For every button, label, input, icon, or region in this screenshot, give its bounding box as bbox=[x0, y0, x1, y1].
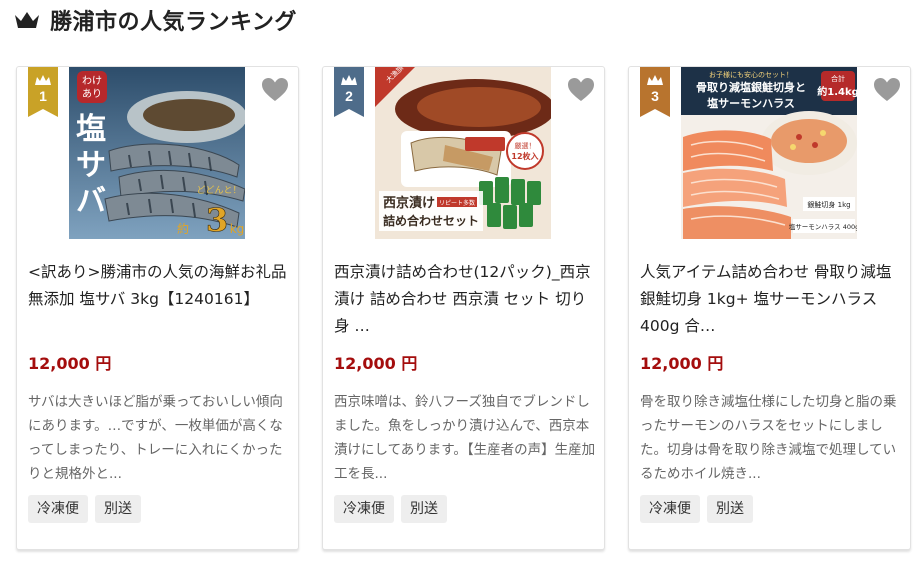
product-card-3[interactable]: 3 お子様にも安心のセット！ 骨取り減塩銀鮭切身と 塩サーモンハラス 合計 約1… bbox=[628, 66, 911, 550]
favorite-button[interactable] bbox=[872, 75, 902, 105]
svg-text:塩サーモンハラス 400g: 塩サーモンハラス 400g bbox=[789, 222, 857, 231]
section-title: 勝浦市の人気ランキング bbox=[50, 10, 297, 35]
product-title[interactable]: 人気アイテム詰め合わせ 骨取り減塩銀鮭切身 1kg+ 塩サーモンハラス 400g… bbox=[640, 259, 902, 340]
tag-frozen: 冷凍便 bbox=[640, 495, 700, 523]
svg-text:バ: バ bbox=[76, 184, 106, 219]
product-card-2[interactable]: 2 厳選！ 12枚入 西京漬け リピート多数 詰め合わせセット 大漁旗 西京漬け… bbox=[322, 66, 605, 550]
svg-text:12枚入: 12枚入 bbox=[511, 151, 538, 161]
svg-text:約: 約 bbox=[177, 221, 189, 236]
svg-text:厳選！: 厳選！ bbox=[515, 141, 536, 150]
svg-text:約1.4kg: 約1.4kg bbox=[817, 85, 857, 98]
svg-text:どどんと！: どどんと！ bbox=[196, 185, 241, 196]
tag-frozen: 冷凍便 bbox=[334, 495, 394, 523]
product-price: 12,000 円 bbox=[334, 354, 418, 373]
product-description: 骨を取り除き減塩仕様にした切身と脂の乗ったサーモンのハラスをセットにしました。切… bbox=[640, 394, 897, 482]
svg-text:西京漬け: 西京漬け bbox=[383, 195, 435, 211]
favorite-button[interactable] bbox=[566, 75, 596, 105]
favorite-button[interactable] bbox=[260, 75, 290, 105]
svg-text:リピート多数: リピート多数 bbox=[439, 199, 475, 207]
product-description: 西京味噌は、鈴八フーズ独自でブレンドしました。魚をしっかり漬け込んで、西京本漬け… bbox=[334, 394, 596, 482]
tag-separate-shipping: 別送 bbox=[95, 495, 141, 523]
rank-number: 3 bbox=[651, 88, 659, 104]
rank-badge: 2 bbox=[334, 67, 364, 117]
svg-text:塩: 塩 bbox=[76, 112, 106, 147]
svg-text:3: 3 bbox=[206, 201, 228, 239]
product-image[interactable]: 厳選！ 12枚入 西京漬け リピート多数 詰め合わせセット 大漁旗 bbox=[375, 67, 551, 239]
tag-list: 冷凍便 別送 bbox=[334, 495, 447, 523]
svg-text:サ: サ bbox=[76, 148, 106, 183]
svg-text:骨取り減塩銀鮭切身と: 骨取り減塩銀鮭切身と bbox=[696, 80, 806, 94]
product-price: 12,000 円 bbox=[28, 354, 112, 373]
product-card-1[interactable]: 1 わけ あり 塩 サ バ どどんと！ 3 約 kg <訳あり>勝浦市の人気の海… bbox=[16, 66, 299, 550]
tag-separate-shipping: 別送 bbox=[707, 495, 753, 523]
tag-list: 冷凍便 別送 bbox=[28, 495, 141, 523]
rank-number: 1 bbox=[39, 88, 47, 104]
svg-text:お子様にも安心のセット！: お子様にも安心のセット！ bbox=[709, 70, 793, 79]
tag-list: 冷凍便 別送 bbox=[640, 495, 753, 523]
heart-icon bbox=[874, 78, 900, 101]
rank-number: 2 bbox=[345, 88, 353, 104]
svg-text:kg: kg bbox=[230, 222, 245, 236]
product-image[interactable]: わけ あり 塩 サ バ どどんと！ 3 約 kg bbox=[69, 67, 245, 239]
product-price: 12,000 円 bbox=[640, 354, 724, 373]
heart-icon bbox=[568, 78, 594, 101]
tag-separate-shipping: 別送 bbox=[401, 495, 447, 523]
product-title[interactable]: <訳あり>勝浦市の人気の海鮮お礼品 無添加 塩サバ 3kg【1240161】 bbox=[28, 259, 290, 313]
rank-badge: 3 bbox=[640, 67, 670, 117]
section-header: 勝浦市の人気ランキング bbox=[14, 4, 297, 36]
rank-badge: 1 bbox=[28, 67, 58, 117]
svg-text:銀鮭切身 1kg: 銀鮭切身 1kg bbox=[807, 200, 850, 209]
svg-text:詰め合わせセット: 詰め合わせセット bbox=[383, 213, 479, 228]
heart-icon bbox=[262, 78, 288, 101]
crown-icon bbox=[15, 12, 39, 28]
svg-text:合計: 合計 bbox=[831, 74, 845, 83]
svg-text:あり: あり bbox=[82, 88, 102, 100]
svg-text:塩サーモンハラス: 塩サーモンハラス bbox=[707, 96, 795, 110]
product-image[interactable]: お子様にも安心のセット！ 骨取り減塩銀鮭切身と 塩サーモンハラス 合計 約1.4… bbox=[681, 67, 857, 239]
product-description: サバは大きいほど脂が乗っておいしい傾向にあります。…ですが、一枚単価が高くなって… bbox=[28, 394, 283, 482]
svg-text:わけ: わけ bbox=[82, 75, 102, 87]
product-title[interactable]: 西京漬け詰め合わせ(12パック)_西京漬け 詰め合わせ 西京漬 セット 切り身 … bbox=[334, 259, 596, 340]
tag-frozen: 冷凍便 bbox=[28, 495, 88, 523]
